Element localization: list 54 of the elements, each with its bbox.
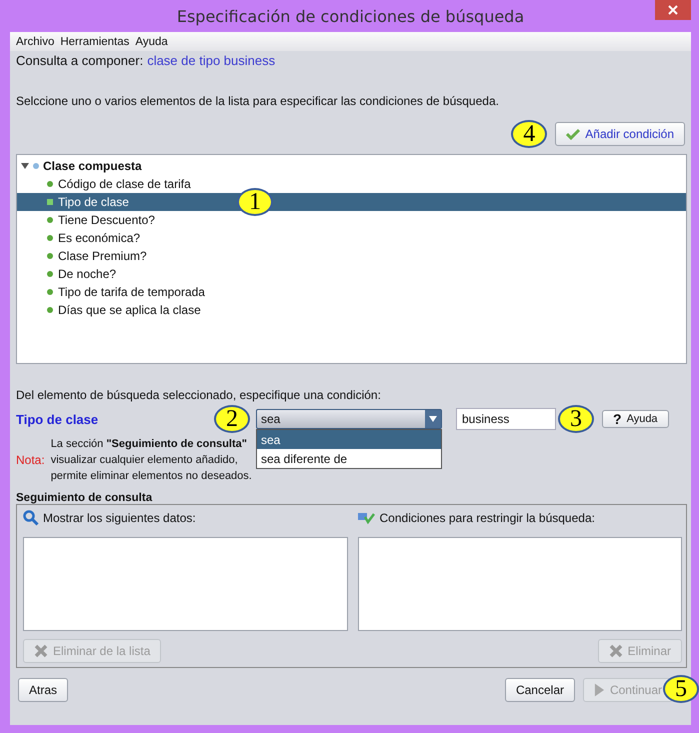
list-label: Mostrar los siguientes datos:	[43, 510, 196, 525]
add-condition-button[interactable]: Añadir condición	[555, 122, 685, 146]
callout-marker: 3	[558, 405, 594, 433]
list-box[interactable]	[358, 536, 682, 631]
search-icon	[23, 510, 39, 526]
node-dot-icon	[47, 271, 53, 277]
menu-item[interactable]: Herramientas	[60, 36, 130, 48]
note-text: La sección "Seguimiento de consulta"	[50, 437, 247, 452]
instruction-text: Selccione uno o varios elementos de la lista para especificar las condiciones de búsqueda.	[16, 94, 500, 108]
close-button[interactable]	[655, 0, 691, 20]
query-label: Consulta a componer:	[16, 53, 144, 68]
play-icon	[594, 683, 605, 697]
query-value: clase de tipo business	[147, 53, 276, 68]
note-text: visualizar cualquier elemento añadido,	[50, 453, 238, 468]
filter-icon	[358, 510, 376, 525]
close-icon	[668, 5, 678, 15]
dropdown-option[interactable]: sea	[257, 430, 441, 449]
note-label: Nota:	[16, 453, 45, 467]
node-dot-icon	[47, 307, 53, 313]
callout-marker: 5	[663, 675, 699, 703]
menu-item[interactable]: Archivo	[16, 36, 54, 48]
window-title: Especificación de condiciones de búsqueda	[176, 6, 524, 26]
callout-marker: 2	[214, 405, 250, 433]
list-label: Condiciones para restringir la búsqueda:	[380, 510, 595, 525]
node-dot-icon	[47, 235, 53, 241]
tree-item[interactable]: De noche?	[17, 265, 686, 283]
section-title: Seguimiento de consulta	[16, 492, 154, 504]
callout-marker: 4	[511, 120, 548, 148]
condition-prompt: Del elemento de búsqueda seleccionado, especifique una condición:	[16, 388, 382, 402]
cancel-button[interactable]: Cancelar	[504, 678, 575, 702]
tree-item[interactable]: Es económica?	[17, 229, 686, 247]
tree-item[interactable]: Días que se aplica la clase	[17, 301, 686, 319]
dropdown-option[interactable]: sea diferente de	[257, 449, 441, 468]
node-dot-icon	[47, 217, 53, 223]
operator-dropdown[interactable]: sea	[256, 409, 442, 429]
tree-root-label[interactable]: Clase compuesta	[43, 159, 142, 173]
value-input-field[interactable]: business	[456, 408, 556, 430]
element-label: Tipo de clase	[16, 412, 100, 426]
note-text: permite eliminar elementos no deseados.	[50, 469, 252, 484]
help-button[interactable]: ? Ayuda	[602, 410, 669, 428]
callout-marker: 1	[237, 188, 273, 216]
menu-item[interactable]: Ayuda	[135, 36, 168, 48]
node-dot-icon	[33, 163, 39, 169]
tree-item[interactable]: Clase Premium?	[17, 247, 686, 265]
caret-icon	[429, 416, 437, 422]
node-dot-icon	[47, 181, 53, 187]
tree-item[interactable]: Tipo de tarifa de temporada	[17, 283, 686, 301]
node-dot-icon	[47, 289, 53, 295]
node-dot-icon	[47, 253, 53, 259]
back-button[interactable]: Atras	[18, 678, 68, 702]
x-icon	[608, 644, 623, 658]
x-icon	[34, 644, 48, 658]
list-box[interactable]	[23, 536, 348, 631]
check-icon	[566, 128, 580, 140]
